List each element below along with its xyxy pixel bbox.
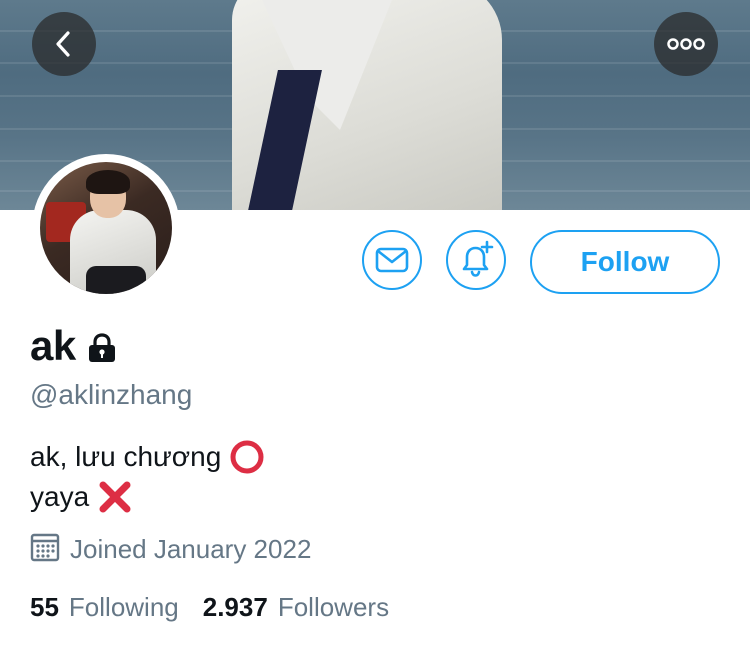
more-horizontal-icon [667,38,705,50]
display-name-row: ak [30,322,118,370]
red-cross-mark-icon [97,479,133,515]
followers-count: 2.937 [202,592,268,622]
follow-stats: 55 Following 2.937 Followers [30,592,389,623]
message-button[interactable] [362,230,422,290]
followers-stat[interactable]: 2.937 Followers [203,592,389,623]
bio: ak, lưu chương yaya [30,437,265,517]
following-count: 55 [30,592,59,622]
chevron-left-icon [56,31,70,57]
avatar[interactable] [32,154,180,302]
more-options-button[interactable] [654,12,718,76]
username-handle: @aklinzhang [30,379,193,410]
joined-date-row: Joined January 2022 [30,532,311,567]
bio-line-2: yaya [30,477,265,517]
joined-date: Joined January 2022 [70,534,312,564]
followers-label: Followers [277,592,390,622]
red-circle-icon [229,439,265,475]
display-name: ak [30,322,76,369]
bio-text-1: ak, lưu chương [30,441,222,472]
bio-text-2: yaya [30,481,90,512]
lock-icon [86,332,118,364]
mail-icon [375,247,409,273]
avatar-image [40,162,172,294]
following-stat[interactable]: 55 Following [30,592,179,623]
follow-button[interactable]: Follow [530,230,720,294]
bio-line-1: ak, lưu chương [30,437,265,477]
bell-plus-icon [462,240,494,277]
following-label: Following [68,592,179,622]
back-button[interactable] [32,12,96,76]
notifications-button[interactable] [446,230,506,290]
calendar-icon [30,532,60,567]
